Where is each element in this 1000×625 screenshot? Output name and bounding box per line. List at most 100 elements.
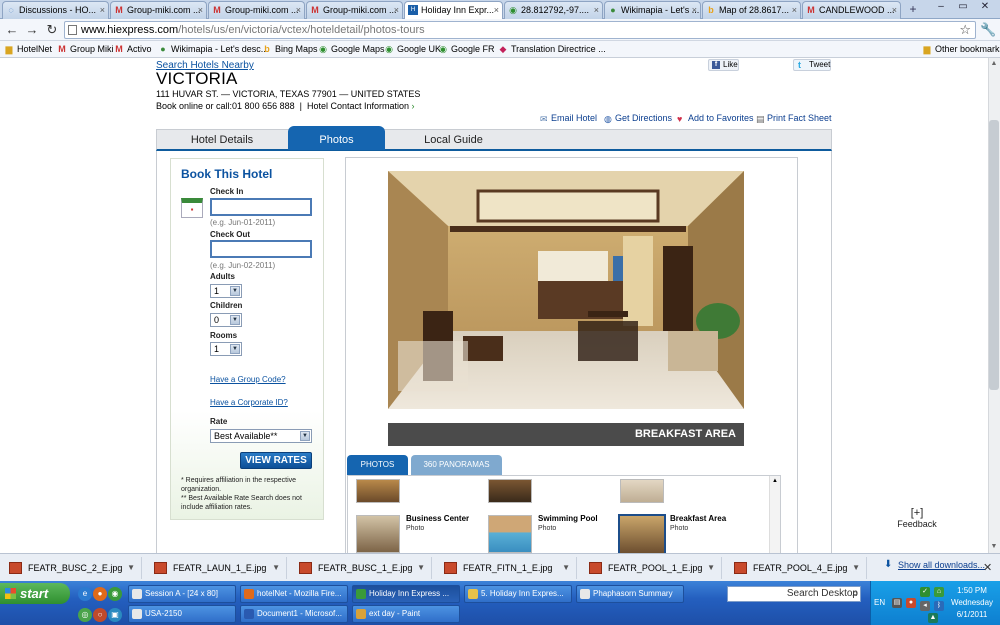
close-tab-icon[interactable]: × bbox=[100, 2, 105, 18]
security-icon[interactable]: ✓ bbox=[920, 587, 930, 597]
browser-tab-discussions[interactable]: ◌ Discussions - HO... × bbox=[2, 1, 109, 19]
close-tab-icon[interactable]: × bbox=[792, 2, 797, 18]
download-item[interactable]: FEATR_POOL_4_E.jpg ▼ bbox=[727, 557, 867, 579]
gallery-scrollbar[interactable]: ▲ bbox=[769, 476, 780, 553]
gallery-thumb[interactable] bbox=[356, 479, 400, 503]
taskbar-hotelnet-firefox[interactable]: hotelNet - Mozilla Fire... bbox=[240, 585, 348, 603]
language-indicator[interactable]: EN bbox=[874, 598, 885, 607]
chevron-down-icon[interactable]: ▼ bbox=[127, 557, 135, 579]
update-icon[interactable]: ▲ bbox=[928, 613, 938, 623]
hotel-contact-link[interactable]: Hotel Contact Information bbox=[307, 101, 409, 111]
gallery-thumb[interactable] bbox=[620, 479, 664, 503]
chevron-down-icon[interactable]: ▼ bbox=[417, 557, 425, 579]
gallery-thumb-breakfast-area[interactable] bbox=[618, 514, 666, 553]
download-item[interactable]: FEATR_FITN_1_E.jpg ▼ bbox=[437, 557, 577, 579]
rate-select[interactable]: Best Available** ▼ bbox=[210, 429, 312, 443]
gallery-item-name[interactable]: Breakfast Area bbox=[670, 514, 726, 523]
gallery-item-name[interactable]: Business Center bbox=[406, 514, 469, 523]
page-scroll-thumb[interactable] bbox=[989, 120, 999, 390]
chevron-down-icon[interactable]: ▼ bbox=[562, 557, 570, 579]
browser-tab-group-miki-2[interactable]: M Group-miki.com ... × bbox=[208, 1, 305, 19]
reload-icon[interactable]: ↻ bbox=[44, 22, 60, 38]
scroll-up-icon[interactable]: ▲ bbox=[772, 478, 778, 484]
download-item[interactable]: FEATR_LAUN_1_E.jpg ▼ bbox=[147, 557, 287, 579]
chevron-down-icon[interactable]: ▼ bbox=[852, 557, 860, 579]
close-tab-icon[interactable]: × bbox=[692, 2, 697, 18]
show-all-downloads-link[interactable]: Show all downloads... bbox=[884, 559, 985, 570]
taskbar-session-a[interactable]: Session A - [24 x 80] bbox=[128, 585, 236, 603]
tray-app-icon[interactable]: ● bbox=[906, 598, 916, 608]
bookmark-star-icon[interactable]: ☆ bbox=[959, 22, 971, 38]
browser-tab-coordinates[interactable]: ◉ 28.812792,-97.... × bbox=[504, 1, 603, 19]
bluetooth-icon[interactable]: ᛒ bbox=[934, 601, 944, 611]
printer-icon[interactable]: ▤ bbox=[892, 598, 902, 608]
bookmark-hotelnet[interactable]: ▆ HotelNet bbox=[4, 42, 52, 57]
bookmark-activo[interactable]: M Activo bbox=[114, 42, 151, 57]
desktop-search-input[interactable]: Search Desktop ⌕ bbox=[727, 586, 861, 602]
taskbar-phaphasorn-summary[interactable]: Phaphasorn Summary bbox=[576, 585, 684, 603]
browser-tab-candlewood[interactable]: M CANDLEWOOD ... × bbox=[802, 1, 901, 19]
gallery-thumb-swimming-pool[interactable] bbox=[488, 515, 532, 553]
download-item[interactable]: FEATR_POOL_1_E.jpg ▼ bbox=[582, 557, 722, 579]
tab-local-guide[interactable]: Local Guide bbox=[387, 130, 520, 150]
browser-tab-group-miki-3[interactable]: M Group-miki.com ... × bbox=[306, 1, 403, 19]
bookmark-bing-maps[interactable]: b Bing Maps bbox=[262, 42, 317, 57]
start-button[interactable]: start bbox=[0, 583, 70, 604]
email-hotel-link[interactable]: ✉ Email Hotel bbox=[540, 113, 597, 124]
gallery-thumb[interactable] bbox=[488, 479, 532, 503]
close-tab-icon[interactable]: × bbox=[594, 2, 599, 18]
minimize-icon[interactable]: – bbox=[930, 0, 952, 14]
close-tab-icon[interactable]: × bbox=[296, 2, 301, 18]
taskbar-holiday-inn-folder[interactable]: 5. Holiday Inn Expres... bbox=[464, 585, 572, 603]
taskbar-holiday-inn-chrome[interactable]: Holiday Inn Express ... bbox=[352, 585, 460, 603]
close-tab-icon[interactable]: × bbox=[494, 2, 499, 18]
bookmark-wikimapia[interactable]: ● Wikimapia - Let's desc... bbox=[158, 42, 268, 57]
address-bar[interactable]: www.hiexpress.com/hotels/us/en/victoria/… bbox=[64, 21, 976, 39]
chevron-down-icon[interactable]: ▼ bbox=[707, 557, 715, 579]
browser-tab-map-of[interactable]: b Map of 28.8617... × bbox=[702, 1, 801, 19]
other-bookmarks[interactable]: ▆ Other bookmarks bbox=[922, 42, 1000, 57]
tweet-button[interactable]: Tweet bbox=[793, 59, 831, 71]
download-item[interactable]: FEATR_BUSC_1_E.jpg ▼ bbox=[292, 557, 432, 579]
taskbar-usa-2150[interactable]: USA-2150 bbox=[128, 605, 236, 623]
new-tab-button[interactable]: + bbox=[905, 3, 921, 17]
wrench-icon[interactable]: 🔧 bbox=[980, 22, 996, 38]
bookmark-google-maps[interactable]: ◉ Google Maps bbox=[318, 42, 384, 57]
close-tab-icon[interactable]: × bbox=[198, 2, 203, 18]
taskbar-word-document[interactable]: Document1 - Microsof... bbox=[240, 605, 348, 623]
tab-hotel-details[interactable]: Hotel Details bbox=[157, 130, 287, 150]
get-directions-link[interactable]: ◍ Get Directions bbox=[604, 113, 672, 124]
facebook-like-button[interactable]: Like bbox=[708, 59, 739, 71]
scroll-up-icon[interactable]: ▲ bbox=[988, 59, 1000, 69]
group-code-link[interactable]: Have a Group Code? bbox=[210, 375, 286, 384]
browser-tab-wikimapia[interactable]: ● Wikimapia - Let's ... × bbox=[604, 1, 701, 19]
chrome-icon[interactable]: ◉ bbox=[108, 587, 122, 601]
browser-tab-group-miki-1[interactable]: M Group-miki.com ... × bbox=[110, 1, 207, 19]
close-window-icon[interactable]: ✕ bbox=[974, 0, 996, 14]
tab-photos-gallery[interactable]: PHOTOS bbox=[347, 455, 408, 475]
download-item[interactable]: FEATR_BUSC_2_E.jpg ▼ bbox=[2, 557, 142, 579]
desktop-icon[interactable]: ▣ bbox=[108, 608, 122, 622]
bookmark-google-uk[interactable]: ◉ Google UK bbox=[384, 42, 441, 57]
media-icon[interactable]: ◎ bbox=[78, 608, 92, 622]
network-icon[interactable]: ⌂ bbox=[934, 587, 944, 597]
bookmark-google-fr[interactable]: ◉ Google FR bbox=[438, 42, 494, 57]
view-rates-button[interactable]: VIEW RATES bbox=[240, 452, 312, 469]
maximize-icon[interactable]: ▭ bbox=[952, 0, 974, 14]
firefox-icon[interactable]: ● bbox=[93, 587, 107, 601]
gallery-thumb-business-center[interactable] bbox=[356, 515, 400, 553]
forward-arrow-icon[interactable]: → bbox=[24, 22, 40, 38]
bookmark-translation[interactable]: ◆ Translation Directrice ... bbox=[498, 42, 606, 57]
back-arrow-icon[interactable]: ← bbox=[4, 22, 20, 38]
search-icon[interactable]: ⌕ bbox=[852, 587, 858, 601]
opera-icon[interactable]: ○ bbox=[93, 608, 107, 622]
volume-icon[interactable]: ◂ bbox=[920, 601, 930, 611]
calendar-icon[interactable]: ▪ bbox=[181, 198, 203, 218]
adults-select[interactable]: 1 ▼ bbox=[210, 284, 242, 298]
close-tab-icon[interactable]: × bbox=[892, 2, 897, 18]
tab-360-panoramas[interactable]: 360 PANORAMAS bbox=[411, 455, 502, 475]
check-out-input[interactable] bbox=[210, 240, 312, 258]
scroll-down-icon[interactable]: ▼ bbox=[988, 542, 1000, 552]
taskbar-paint[interactable]: ext day - Paint bbox=[352, 605, 460, 623]
rooms-select[interactable]: 1 ▼ bbox=[210, 342, 242, 356]
